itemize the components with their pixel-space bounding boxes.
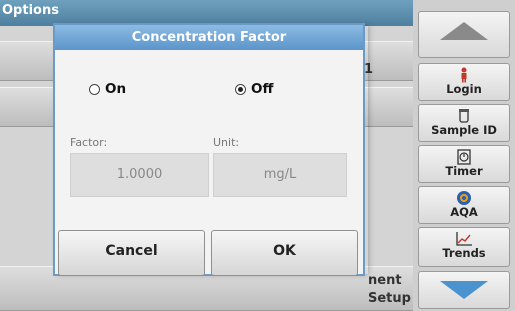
dialog-title: Concentration Factor	[55, 25, 363, 50]
arrow-up-icon	[440, 22, 488, 40]
person-icon	[419, 67, 509, 83]
aqa-label: AQA	[450, 205, 478, 219]
factor-field[interactable]: 1.0000	[70, 153, 209, 197]
cancel-button[interactable]: Cancel	[58, 230, 205, 276]
aqa-button[interactable]: AQA	[418, 186, 510, 224]
unit-field[interactable]: mg/L	[213, 153, 347, 197]
background-row-fragment: nent	[368, 273, 402, 288]
unit-label: Unit:	[213, 136, 240, 149]
sample-id-label: Sample ID	[431, 123, 497, 137]
on-radio-button[interactable]	[89, 83, 100, 95]
sidebar: Login Sample ID Timer AQA Trends	[413, 0, 515, 311]
off-radio-button[interactable]	[235, 83, 246, 95]
on-radio-option[interactable]: On	[89, 81, 126, 97]
trends-label: Trends	[442, 246, 486, 260]
timer-button[interactable]: Timer	[418, 145, 510, 183]
page-title: Options	[2, 3, 59, 18]
off-radio-label: Off	[251, 81, 274, 97]
timer-icon	[419, 149, 509, 165]
background-row-fragment: Setup	[368, 291, 411, 306]
off-radio-option[interactable]: Off	[235, 81, 273, 97]
sample-vial-icon	[419, 108, 509, 124]
timer-label: Timer	[445, 164, 483, 178]
ok-button[interactable]: OK	[211, 230, 358, 276]
on-radio-label: On	[105, 81, 127, 97]
login-button[interactable]: Login	[418, 63, 510, 101]
sample-id-button[interactable]: Sample ID	[418, 104, 510, 142]
aqa-icon	[419, 190, 509, 206]
arrow-down-icon	[440, 281, 488, 299]
scroll-up-button[interactable]	[418, 11, 510, 58]
trend-chart-icon	[419, 231, 509, 247]
factor-label: Factor:	[70, 136, 108, 149]
login-label: Login	[446, 82, 482, 96]
trends-button[interactable]: Trends	[418, 227, 510, 267]
scroll-down-button[interactable]	[418, 271, 510, 309]
